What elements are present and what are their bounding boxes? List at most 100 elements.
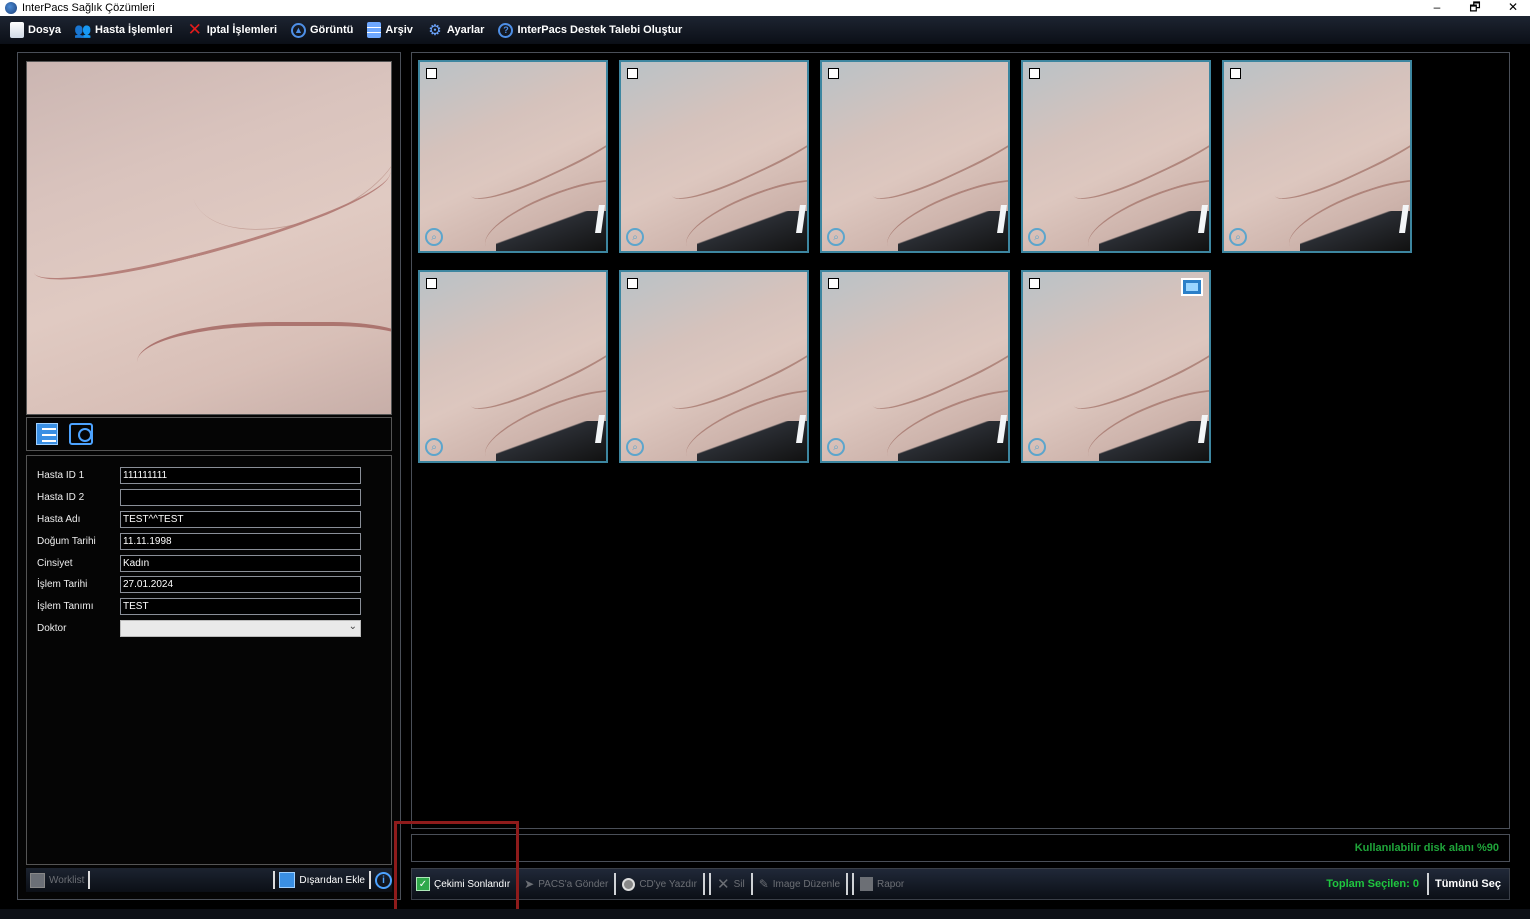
info-icon[interactable]: i: [375, 871, 392, 889]
edit-image-button[interactable]: ✎ Image Düzenle: [755, 877, 844, 891]
thumbnail-checkbox[interactable]: [426, 68, 437, 79]
burn-cd-button[interactable]: CD'ye Yazdır: [618, 877, 701, 891]
thumbnail-checkbox[interactable]: [627, 278, 638, 289]
menu-label: Hasta İşlemleri: [95, 24, 173, 36]
title-bar: InterPacs Sağlık Çözümleri – 🗗 ✕: [0, 0, 1530, 16]
zoom-icon[interactable]: ⌕: [626, 228, 644, 246]
field-row: Hasta Adı TEST^^TEST: [37, 510, 361, 528]
hasta-id2-field[interactable]: [120, 488, 361, 506]
separator: [614, 873, 617, 895]
send-pacs-button[interactable]: ➤ PACS'a Gönder: [520, 877, 612, 891]
thumbnail-checkbox[interactable]: [828, 278, 839, 289]
image-preview[interactable]: [26, 61, 392, 415]
list-view-button[interactable]: [35, 422, 59, 446]
separator: [273, 871, 276, 889]
menu-label: Görüntü: [310, 24, 354, 36]
delete-label: Sil: [733, 878, 745, 890]
film-icon: [1181, 278, 1203, 296]
video-thumbnail[interactable]: ⌕: [1021, 270, 1211, 463]
field-label: İşlem Tanımı: [37, 600, 94, 612]
separator: [1426, 873, 1429, 895]
thumbnail-image: [1224, 62, 1410, 251]
image-thumbnail[interactable]: ⌕: [418, 270, 608, 463]
thumbnail-image: [420, 272, 606, 461]
menu-label: Ayarlar: [446, 24, 485, 36]
separator: [88, 871, 91, 889]
cinsiyet-field[interactable]: Kadın: [120, 554, 361, 572]
field-label: Hasta Adı: [37, 513, 81, 525]
image-thumbnail[interactable]: ⌕: [619, 60, 809, 253]
image-thumbnail[interactable]: ⌕: [820, 60, 1010, 253]
field-row: Hasta ID 2: [37, 488, 361, 506]
close-button[interactable]: ✕: [1506, 0, 1520, 14]
thumbnail-image: [621, 62, 807, 251]
image-gallery: ⌕ ⌕ ⌕ ⌕ ⌕ ⌕ ⌕ ⌕ ⌕: [411, 52, 1510, 829]
zoom-icon[interactable]: ⌕: [1229, 228, 1247, 246]
thumbnail-checkbox[interactable]: [1029, 278, 1040, 289]
field-row: Doktor ⌄: [37, 619, 361, 637]
doktor-select[interactable]: ⌄: [120, 619, 361, 637]
zoom-icon[interactable]: ⌕: [425, 228, 443, 246]
thumbnail-image: [822, 62, 1008, 251]
zoom-icon[interactable]: ⌕: [626, 438, 644, 456]
zoom-icon[interactable]: ⌕: [827, 228, 845, 246]
send-icon: ➤: [524, 877, 535, 891]
users-icon: 👥: [74, 21, 92, 38]
field-label: Cinsiyet: [37, 557, 73, 569]
delete-button[interactable]: ✕ Sil: [713, 875, 749, 893]
image-thumbnail[interactable]: ⌕: [1222, 60, 1412, 253]
islem-tarihi-field[interactable]: 27.01.2024: [120, 575, 361, 593]
window-controls: – 🗗 ✕: [1430, 0, 1520, 14]
image-thumbnail[interactable]: ⌕: [619, 270, 809, 463]
separator: [846, 873, 849, 895]
menu-goruntu[interactable]: ▲ Görüntü: [291, 22, 354, 38]
islem-tanimi-field[interactable]: TEST: [120, 597, 361, 615]
zoom-icon[interactable]: ⌕: [827, 438, 845, 456]
menu-iptal-islemleri[interactable]: ✕ Iptal İşlemleri: [187, 20, 277, 39]
hasta-id1-field[interactable]: 111111111: [120, 466, 361, 484]
thumbnail-checkbox[interactable]: [1029, 68, 1040, 79]
camera-icon: [69, 423, 93, 445]
help-icon: ?: [498, 22, 514, 38]
cancel-icon: ✕: [187, 20, 202, 39]
field-row: Doğum Tarihi 11.11.1998: [37, 532, 361, 550]
archive-icon: [367, 22, 382, 38]
thumbnail-image: [621, 272, 807, 461]
hasta-adi-field[interactable]: TEST^^TEST: [120, 510, 361, 528]
thumbnail-checkbox[interactable]: [828, 68, 839, 79]
field-row: Hasta ID 1 111111111: [37, 466, 361, 484]
import-button[interactable]: Dışarıdan Ekle: [279, 872, 365, 888]
menu-hasta-islemleri[interactable]: 👥 Hasta İşlemleri: [74, 21, 173, 38]
worklist-label: Worklist: [49, 874, 85, 886]
image-thumbnail[interactable]: ⌕: [820, 270, 1010, 463]
select-all-button[interactable]: Tümünü Seç: [1435, 878, 1501, 890]
edit-image-label: Image Düzenle: [772, 878, 841, 890]
restore-button[interactable]: 🗗: [1468, 0, 1482, 14]
thumbnail-checkbox[interactable]: [1230, 68, 1241, 79]
report-label: Rapor: [877, 878, 905, 890]
dogum-tarihi-field[interactable]: 11.11.1998: [120, 532, 361, 550]
thumbnail-checkbox[interactable]: [627, 68, 638, 79]
menu-dosya[interactable]: Dosya: [10, 22, 61, 38]
minimize-button[interactable]: –: [1430, 0, 1444, 14]
separator: [852, 873, 855, 895]
finish-capture-button[interactable]: ✓ Çekimi Sonlandır: [412, 877, 514, 891]
capture-button[interactable]: [69, 422, 93, 446]
separator: [750, 873, 753, 895]
zoom-icon[interactable]: ⌕: [425, 438, 443, 456]
menu-arsiv[interactable]: Arşiv: [367, 22, 413, 38]
separator: [708, 873, 711, 895]
zoom-icon[interactable]: ⌕: [1028, 438, 1046, 456]
thumbnail-checkbox[interactable]: [426, 278, 437, 289]
menu-ayarlar[interactable]: ⚙ Ayarlar: [427, 22, 485, 39]
zoom-icon[interactable]: ⌕: [1028, 228, 1046, 246]
report-button[interactable]: Rapor: [856, 877, 908, 891]
separator: [702, 873, 705, 895]
worklist-button[interactable]: Worklist: [30, 872, 85, 888]
menu-destek-talebi[interactable]: ? InterPacs Destek Talebi Oluştur: [498, 22, 682, 38]
window-title: InterPacs Sağlık Çözümleri: [22, 2, 155, 14]
file-icon: [10, 22, 24, 38]
finish-label: Çekimi Sonlandır: [434, 878, 511, 890]
image-thumbnail[interactable]: ⌕: [1021, 60, 1211, 253]
image-thumbnail[interactable]: ⌕: [418, 60, 608, 253]
